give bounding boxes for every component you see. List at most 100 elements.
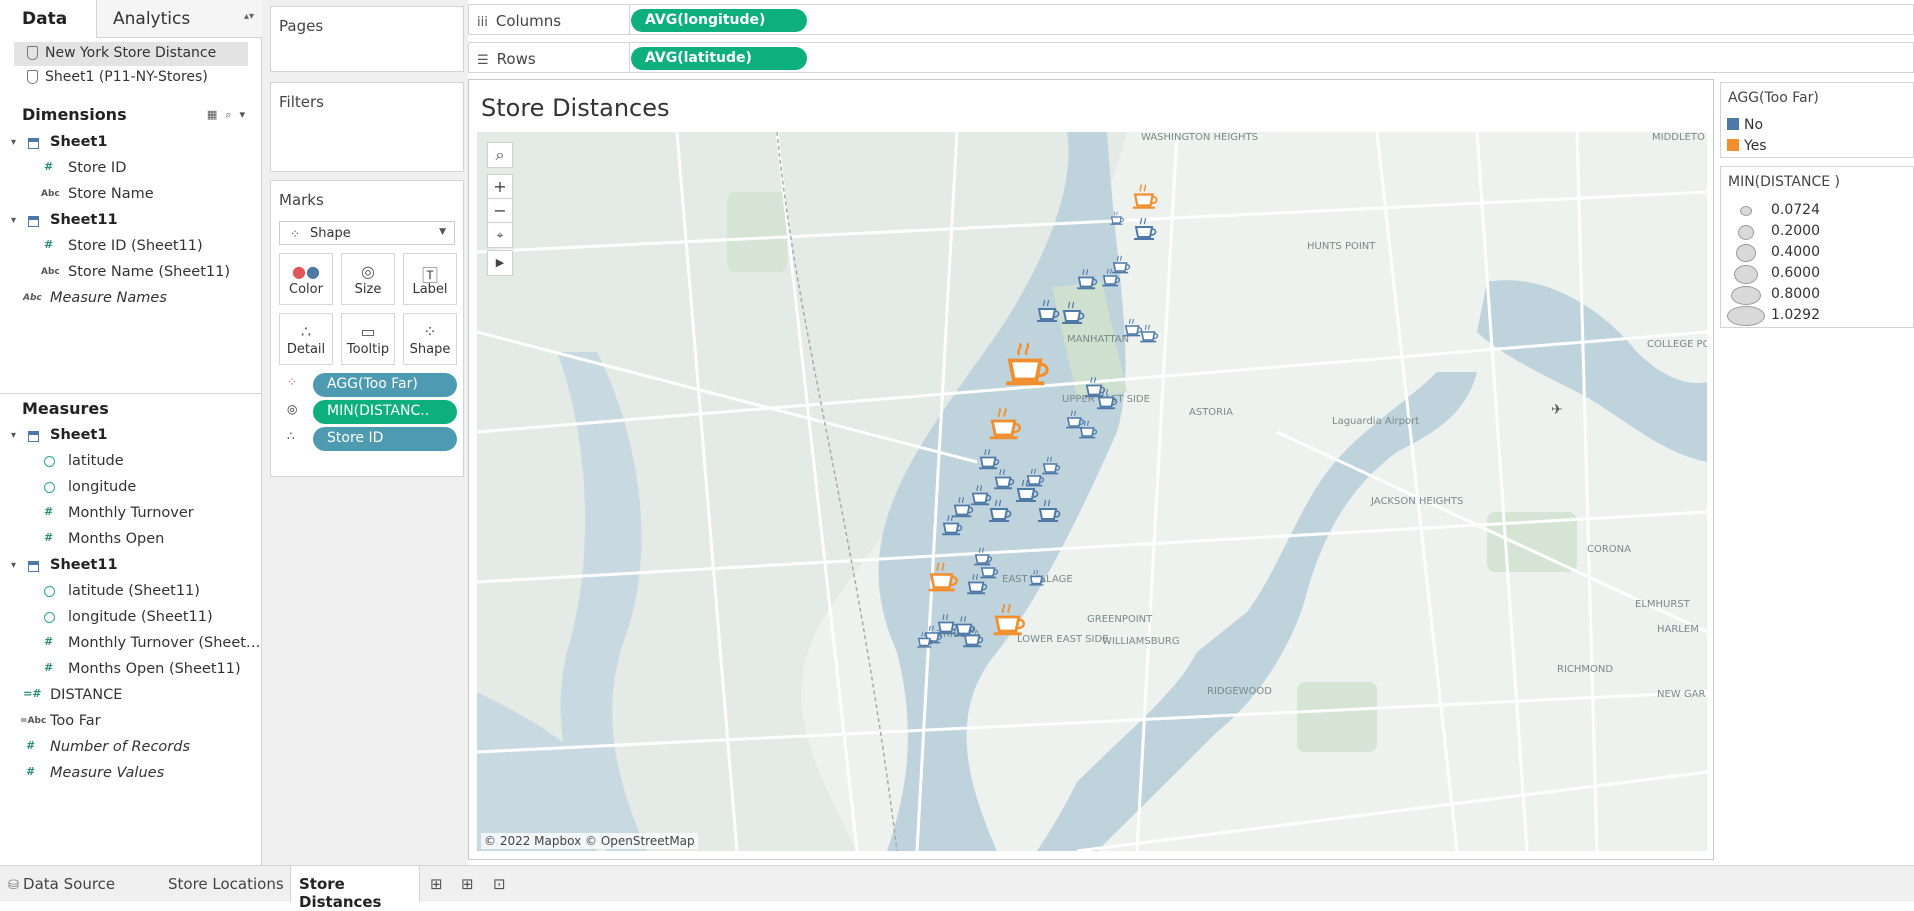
detail-button[interactable]: ∴ Detail — [279, 313, 333, 365]
dimension-tools[interactable]: ▦⌕▾ — [207, 108, 253, 122]
globe-icon — [44, 612, 55, 623]
size-legend-item[interactable]: 0.8000 — [1725, 285, 1911, 305]
park-area — [727, 192, 787, 272]
columns-pill[interactable]: AVG(longitude) — [631, 9, 807, 32]
map-label: ASTORIA — [1189, 407, 1233, 418]
field-item[interactable]: =Abc Too Far — [0, 712, 262, 734]
field-item[interactable]: latitude — [0, 452, 262, 474]
field-label: latitude — [68, 453, 124, 469]
table-group[interactable]: ▾ Sheet11 — [0, 556, 262, 578]
field-item[interactable]: # Store ID — [0, 159, 262, 181]
filters-card[interactable]: Filters — [270, 82, 464, 172]
shape-button[interactable]: ⁘ Shape — [403, 313, 457, 365]
size-legend-item[interactable]: 0.6000 — [1725, 264, 1911, 284]
map-canvas[interactable]: WASHINGTON HEIGHTS HUNTS POINT MIDDLETO MAN… — [477, 132, 1707, 851]
tooltip-button[interactable]: ▭ Tooltip — [341, 313, 395, 365]
map-label: HUNTS POINT — [1307, 241, 1376, 252]
field-label: Store ID — [68, 160, 127, 176]
road-line — [1575, 132, 1599, 851]
field-item[interactable]: # Number of Records — [0, 738, 262, 760]
tab-store-distances[interactable]: Store Distances — [290, 866, 420, 911]
zoom-out-button[interactable]: − — [487, 198, 513, 224]
field-item[interactable]: # Months Open — [0, 530, 262, 552]
caret-down-icon: ▾ — [11, 430, 17, 441]
view-title: Store Distances — [481, 94, 670, 122]
map-label: NEW GAR — [1657, 689, 1705, 700]
pill-min-distance[interactable]: MIN(DISTANC.. — [313, 400, 457, 424]
data-source-item[interactable]: Sheet1 (P11-NY-Stores) — [14, 66, 248, 90]
pages-card[interactable]: Pages — [270, 6, 464, 72]
size-legend-item[interactable]: 1.0292 — [1725, 306, 1911, 326]
rows-shelf[interactable]: ☰ Rows AVG(latitude) — [468, 42, 1914, 73]
database-icon — [27, 46, 38, 60]
field-item[interactable]: latitude (Sheet11) — [0, 582, 262, 604]
map-label: MIDDLETO — [1652, 132, 1705, 143]
table-group[interactable]: ▾ Sheet1 — [0, 133, 262, 155]
field-item[interactable]: # Store ID (Sheet11) — [0, 237, 262, 259]
globe-icon — [44, 456, 55, 467]
reset-map-button[interactable]: ⌖ — [487, 222, 513, 248]
road-line — [1375, 132, 1459, 851]
zoom-in-button[interactable]: + — [487, 174, 513, 200]
field-item[interactable]: =# DISTANCE — [0, 686, 262, 708]
mark-type-dropdown[interactable]: ⁘ Shape ▼ — [279, 221, 455, 245]
field-item[interactable]: Abc Store Name — [0, 185, 262, 207]
data-pane-tabs: Data Analytics ▴▾ — [0, 0, 262, 38]
field-item[interactable]: Abc Measure Names — [0, 289, 262, 311]
label-button[interactable]: 🅃 Label — [403, 253, 457, 305]
size-legend-item[interactable]: 0.0724 — [1725, 201, 1911, 221]
store-mark-near[interactable] — [1140, 324, 1159, 343]
field-item[interactable]: # Monthly Turnover — [0, 504, 262, 526]
table-icon — [28, 561, 39, 572]
size-legend-label: 0.0724 — [1771, 202, 1820, 218]
size-legend-item[interactable]: 0.4000 — [1725, 243, 1911, 263]
tab-data-source[interactable]: ⛁ Data Source — [8, 866, 158, 902]
number-icon: # — [44, 635, 54, 648]
number-icon: # — [44, 505, 54, 518]
map-label: Laguardia Airport — [1332, 416, 1419, 427]
detail-icon: ∴ — [300, 322, 312, 341]
legend-item-yes[interactable]: Yes — [1727, 138, 1767, 154]
new-story-icon[interactable]: ⊡ — [493, 875, 506, 893]
size-legend-item[interactable]: 0.2000 — [1725, 222, 1911, 242]
caret-down-icon: ▾ — [11, 137, 17, 148]
store-mark-near[interactable] — [1124, 318, 1143, 337]
field-item[interactable]: # Months Open (Sheet11) — [0, 660, 262, 682]
legend-item-no[interactable]: No — [1727, 117, 1763, 133]
new-dashboard-icon[interactable]: ⊞ — [461, 875, 474, 893]
field-item[interactable]: longitude (Sheet11) — [0, 608, 262, 630]
road-line — [1475, 132, 1529, 851]
map-search-button[interactable]: ⌕ — [487, 142, 513, 168]
new-worksheet-icon[interactable]: ⊞ — [430, 875, 443, 893]
store-mark-too-far[interactable] — [1132, 184, 1158, 209]
table-group[interactable]: ▾ Sheet11 — [0, 211, 262, 233]
size-button[interactable]: ◎ Size — [341, 253, 395, 305]
field-item[interactable]: Abc Store Name (Sheet11) — [0, 263, 262, 285]
number-icon: # — [44, 531, 54, 544]
color-button[interactable]: ●● Color — [279, 253, 333, 305]
rows-label: Rows — [496, 50, 536, 68]
columns-shelf[interactable]: iii Columns AVG(longitude) — [468, 4, 1914, 35]
number-icon: # — [26, 739, 34, 752]
globe-icon — [44, 586, 55, 597]
map-label: JACKSON HEIGHTS — [1370, 496, 1463, 507]
table-group[interactable]: ▾ Sheet1 — [0, 426, 262, 448]
size-button-label: Size — [354, 282, 382, 297]
tab-store-locations[interactable]: Store Locations — [168, 866, 288, 902]
pill-store-id[interactable]: Store ID — [313, 427, 457, 451]
table-label: Sheet1 — [50, 134, 108, 150]
rows-pill[interactable]: AVG(latitude) — [631, 47, 807, 70]
field-item[interactable]: longitude — [0, 478, 262, 500]
tab-analytics[interactable]: Analytics ▴▾ — [97, 0, 262, 37]
data-source-item[interactable]: New York Store Distance — [14, 42, 248, 66]
field-item[interactable]: # Monthly Turnover (Sheet… — [0, 634, 262, 656]
field-item[interactable]: # Measure Values — [0, 764, 262, 786]
size-legend-title: MIN(DISTANCE ) — [1728, 174, 1840, 190]
tab-data[interactable]: Data — [0, 0, 97, 38]
expand-toolbar-button[interactable]: ▶ — [487, 250, 513, 276]
map-label: HARLEM — [1657, 624, 1699, 635]
tab-label: Data Source — [23, 875, 116, 893]
filters-title: Filters — [279, 93, 324, 111]
pill-agg-too-far[interactable]: AGG(Too Far) — [313, 373, 457, 397]
abc-icon: Abc — [23, 293, 42, 303]
